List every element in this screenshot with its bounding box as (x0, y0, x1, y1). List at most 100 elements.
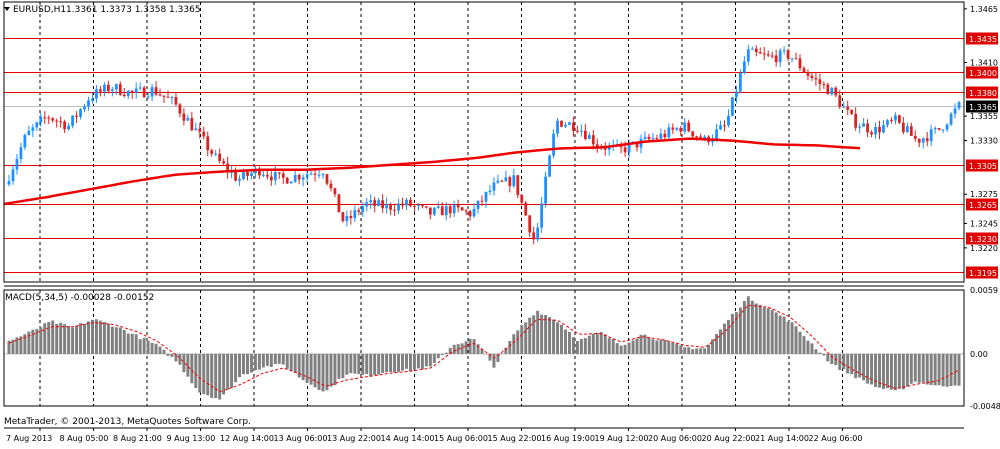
candle-body (317, 174, 321, 176)
price-chart-window[interactable]: 1.3435 1.3400 1.3380 1.3305 1.3265 1.3230 1.31… (0, 0, 1000, 445)
candle-body (186, 118, 190, 121)
candle-body (524, 202, 528, 216)
candle-body (114, 84, 118, 90)
candle-body (750, 48, 754, 50)
macd-y-tick-label: 0.00 (970, 350, 988, 359)
candle-body (349, 216, 353, 219)
candle-body (35, 122, 39, 128)
candle-body (735, 91, 738, 98)
candle-body (206, 136, 210, 151)
candle-body (739, 72, 742, 92)
candle-body (786, 50, 790, 59)
y-tick-label: 1.3245 (970, 219, 998, 228)
candle-body (838, 95, 842, 107)
candle-body (246, 171, 249, 176)
candle-body (242, 171, 245, 179)
candle-body (576, 130, 579, 132)
x-tick-label: 21 Aug 14:00 (755, 434, 809, 443)
candle-body (31, 127, 35, 131)
candle-body (723, 125, 726, 127)
candle-body (126, 90, 130, 97)
candle-body (854, 113, 858, 128)
candle-body (762, 53, 766, 55)
candle-body (587, 135, 591, 139)
candle-body (536, 227, 540, 240)
candle-body (313, 173, 317, 175)
candle-body (250, 173, 253, 176)
candle-body (572, 122, 575, 131)
level-price-tag-label: 1.3380 (969, 89, 997, 98)
candle-body (850, 109, 854, 114)
candle-body (7, 181, 11, 185)
candle-body (174, 97, 178, 105)
candle-body (106, 84, 110, 92)
candle-body (691, 131, 695, 137)
candle-body (766, 54, 770, 56)
candle-body (770, 55, 774, 57)
candle-body (381, 200, 385, 209)
x-tick-label: 13 Aug 06:00 (274, 434, 328, 443)
y-tick-label: 1.3465 (970, 5, 998, 14)
candle-body (130, 90, 134, 93)
candle-body (373, 200, 377, 206)
axis-labels: 1.3465 1.3410 1.3355 1.3330 1.3275 1.3245 1.32… (6, 5, 1000, 443)
candle-body (484, 192, 488, 202)
candle-body (202, 131, 206, 137)
candle-body (79, 109, 82, 117)
level-price-tag-label: 1.3435 (969, 35, 997, 44)
candle-body (754, 48, 758, 53)
macd-label: MACD(5,34,5) -0.00028 -0.00152 (5, 293, 154, 303)
candle-body (806, 72, 810, 76)
candle-body (95, 89, 98, 99)
candle-body (281, 173, 285, 178)
candle-body (886, 120, 889, 126)
candle-body (397, 203, 400, 211)
candle-body (67, 125, 70, 130)
symbol-label[interactable]: EURUSD,H1 (13, 5, 66, 15)
candle-body (552, 133, 555, 156)
candle-body (99, 89, 102, 92)
candle-body (369, 200, 373, 203)
candle-body (444, 206, 448, 216)
candle-body (568, 122, 571, 125)
macd-panel (4, 296, 964, 400)
candle-body (727, 115, 730, 126)
candle-body (512, 175, 516, 186)
symbol-dropdown-icon[interactable] (4, 7, 10, 11)
candle-body (413, 205, 416, 207)
candle-body (476, 200, 480, 209)
candle-body (23, 134, 27, 148)
candle-body (341, 212, 345, 222)
candle-body (134, 88, 138, 93)
macd-y-tick-label: 0.0059 (970, 286, 998, 295)
candle-body (289, 181, 293, 184)
candle-body (679, 128, 683, 132)
candle-body (846, 106, 850, 110)
candle-body (917, 138, 921, 143)
candle-body (814, 77, 818, 80)
candle-body (913, 135, 917, 139)
candle-body (508, 177, 512, 186)
candle-body (544, 176, 547, 204)
candle-body (11, 169, 15, 182)
candle-body (866, 123, 869, 133)
x-tick-label: 20 Aug 06:00 (648, 434, 702, 443)
x-tick-label: 12 Aug 14:00 (220, 434, 274, 443)
candle-body (882, 125, 885, 133)
candle-body (790, 58, 794, 60)
candle-body (822, 83, 826, 85)
candle-body (361, 206, 365, 212)
candle-body (170, 97, 174, 99)
candle-body (214, 153, 218, 155)
x-tick-label: 14 Aug 14:00 (381, 434, 435, 443)
candle-body (389, 204, 392, 210)
chart-canvas[interactable]: 1.3435 1.3400 1.3380 1.3305 1.3265 1.3230 1.31… (0, 0, 1000, 445)
candle-body (333, 188, 337, 195)
x-tick-label: 8 Aug 21:00 (113, 434, 162, 443)
candle-body (269, 176, 273, 181)
candle-body (321, 174, 325, 176)
candle-body (456, 204, 460, 208)
candle-body (774, 55, 778, 63)
candle-body (436, 206, 440, 208)
candle-body (667, 127, 671, 138)
